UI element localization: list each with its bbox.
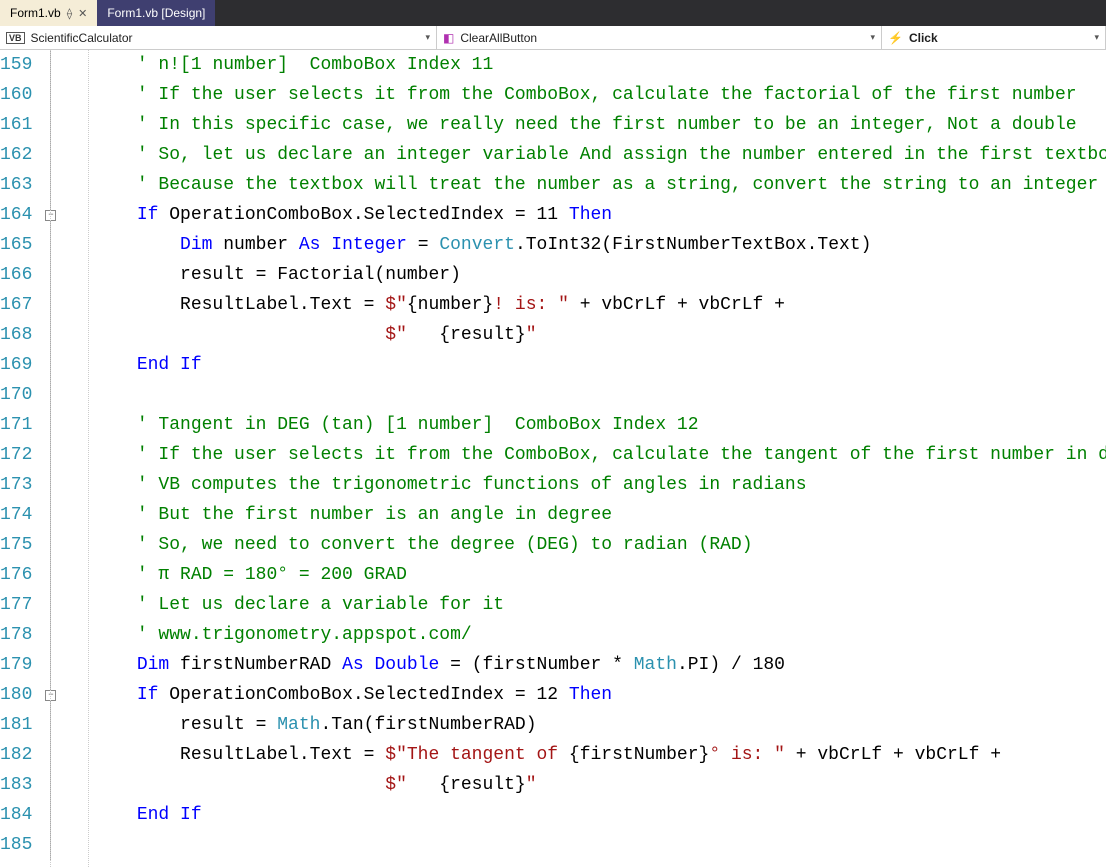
- tab-label: Form1.vb: [10, 6, 61, 20]
- line-number: 163: [0, 170, 32, 200]
- code-line[interactable]: ' Because the textbox will treat the num…: [50, 170, 1106, 200]
- code-line[interactable]: ' Let us declare a variable for it: [50, 590, 1106, 620]
- code-line[interactable]: ' So, let us declare an integer variable…: [50, 140, 1106, 170]
- line-number: 174: [0, 500, 32, 530]
- event-combo[interactable]: ⚡ Click ▾: [882, 26, 1106, 49]
- code-line[interactable]: Dim number As Integer = Convert.ToInt32(…: [50, 230, 1106, 260]
- line-number: 170: [0, 380, 32, 410]
- project-name: ScientificCalculator: [31, 31, 133, 45]
- code-line[interactable]: Dim firstNumberRAD As Double = (firstNum…: [50, 650, 1106, 680]
- tab-bar: Form1.vb ⟠ ✕ Form1.vb [Design]: [0, 0, 1106, 26]
- code-line[interactable]: ' If the user selects it from the ComboB…: [50, 80, 1106, 110]
- pin-icon[interactable]: ⟠: [67, 7, 72, 20]
- code-line[interactable]: result = Math.Tan(firstNumberRAD): [50, 710, 1106, 740]
- code-editor[interactable]: 1591601611621631641651661671681691701711…: [0, 50, 1106, 867]
- code-line[interactable]: ' n![1 number] ComboBox Index 11: [50, 50, 1106, 80]
- line-number: 178: [0, 620, 32, 650]
- line-number: 164: [0, 200, 32, 230]
- chevron-down-icon: ▾: [870, 32, 875, 43]
- navigation-bar: VB ScientificCalculator ▾ ◧ ClearAllButt…: [0, 26, 1106, 50]
- line-number: 165: [0, 230, 32, 260]
- line-number: 168: [0, 320, 32, 350]
- line-number-gutter: 1591601611621631641651661671681691701711…: [0, 50, 42, 867]
- code-line[interactable]: $" {result}": [50, 770, 1106, 800]
- chevron-down-icon: ▾: [1094, 32, 1099, 43]
- line-number: 175: [0, 530, 32, 560]
- code-line[interactable]: ' If the user selects it from the ComboB…: [50, 440, 1106, 470]
- line-number: 184: [0, 800, 32, 830]
- object-combo[interactable]: ◧ ClearAllButton ▾: [437, 26, 882, 49]
- code-line[interactable]: ' www.trigonometry.appspot.com/: [50, 620, 1106, 650]
- code-line[interactable]: ' In this specific case, we really need …: [50, 110, 1106, 140]
- line-number: 185: [0, 830, 32, 860]
- code-line[interactable]: If OperationComboBox.SelectedIndex = 11 …: [50, 200, 1106, 230]
- line-number: 159: [0, 50, 32, 80]
- close-icon[interactable]: ✕: [78, 7, 87, 20]
- code-line[interactable]: $" {result}": [50, 320, 1106, 350]
- tab-form1-vb[interactable]: Form1.vb ⟠ ✕: [0, 0, 97, 26]
- line-number: 161: [0, 110, 32, 140]
- code-line[interactable]: [50, 380, 1106, 410]
- line-number: 167: [0, 290, 32, 320]
- line-number: 162: [0, 140, 32, 170]
- code-line[interactable]: result = Factorial(number): [50, 260, 1106, 290]
- code-line[interactable]: ' π RAD = 180° = 200 GRAD: [50, 560, 1106, 590]
- code-line[interactable]: [50, 830, 1106, 860]
- lightning-icon: ⚡: [888, 31, 903, 45]
- line-number: 179: [0, 650, 32, 680]
- vb-icon: VB: [6, 32, 25, 44]
- tab-form1-design[interactable]: Form1.vb [Design]: [97, 0, 215, 26]
- line-number: 172: [0, 440, 32, 470]
- chevron-down-icon: ▾: [425, 32, 430, 43]
- method-icon: ◧: [443, 31, 454, 45]
- code-line[interactable]: ' VB computes the trigonometric function…: [50, 470, 1106, 500]
- code-line[interactable]: End If: [50, 800, 1106, 830]
- line-number: 177: [0, 590, 32, 620]
- tab-label: Form1.vb [Design]: [107, 6, 205, 20]
- line-number: 160: [0, 80, 32, 110]
- project-combo[interactable]: VB ScientificCalculator ▾: [0, 26, 437, 49]
- object-name: ClearAllButton: [460, 31, 537, 45]
- line-number: 166: [0, 260, 32, 290]
- event-name: Click: [909, 31, 938, 45]
- code-line[interactable]: ResultLabel.Text = $"{number}! is: " + v…: [50, 290, 1106, 320]
- line-number: 181: [0, 710, 32, 740]
- code-line[interactable]: ' So, we need to convert the degree (DEG…: [50, 530, 1106, 560]
- line-number: 176: [0, 560, 32, 590]
- code-line[interactable]: ' But the first number is an angle in de…: [50, 500, 1106, 530]
- code-line[interactable]: ' Tangent in DEG (tan) [1 number] ComboB…: [50, 410, 1106, 440]
- line-number: 169: [0, 350, 32, 380]
- line-number: 183: [0, 770, 32, 800]
- code-line[interactable]: ResultLabel.Text = $"The tangent of {fir…: [50, 740, 1106, 770]
- line-number: 180: [0, 680, 32, 710]
- line-number: 171: [0, 410, 32, 440]
- code-line[interactable]: If OperationComboBox.SelectedIndex = 12 …: [50, 680, 1106, 710]
- code-line[interactable]: End If: [50, 350, 1106, 380]
- code-content[interactable]: ' n![1 number] ComboBox Index 11 ' If th…: [42, 50, 1106, 867]
- line-number: 173: [0, 470, 32, 500]
- line-number: 182: [0, 740, 32, 770]
